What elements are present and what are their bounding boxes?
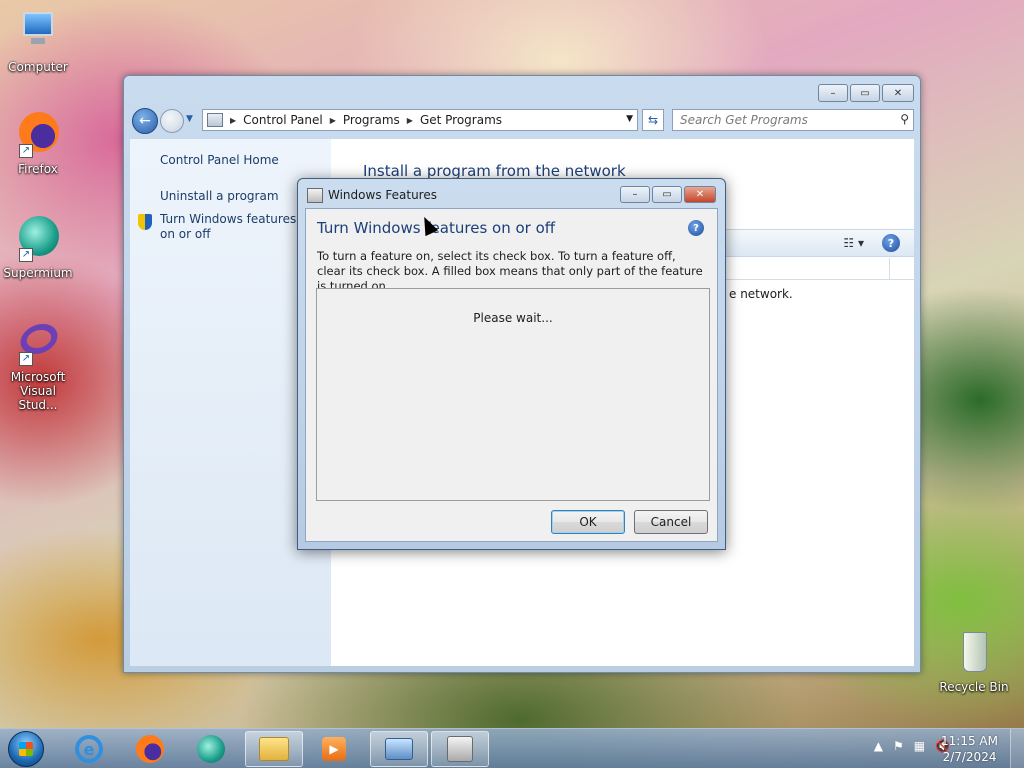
loading-status: Please wait... (473, 311, 553, 325)
forward-button[interactable] (160, 109, 184, 133)
search-icon[interactable]: ⚲ (900, 112, 909, 126)
list-column-header (723, 258, 914, 280)
desktop-icon-firefox[interactable]: ↗ Firefox (2, 112, 74, 176)
folder-icon (259, 737, 289, 761)
windows-logo-icon (19, 742, 33, 756)
taskbar-windows-features[interactable] (431, 731, 489, 767)
dialog-close-button[interactable]: ✕ (684, 186, 716, 203)
action-center-flag-icon[interactable]: ⚑ (893, 739, 904, 753)
taskbar-control-panel[interactable] (370, 731, 428, 767)
dialog-body: Turn Windows features on or off ? To tur… (305, 208, 718, 542)
ok-button[interactable]: OK (551, 510, 625, 534)
supermium-icon (197, 735, 225, 763)
network-programs-message: e network. (729, 287, 793, 301)
cancel-button[interactable]: Cancel (634, 510, 708, 534)
desktop-icon-label: Supermium (3, 266, 73, 280)
firefox-icon: ↗ (15, 112, 61, 158)
uninstall-program-link[interactable]: Uninstall a program (160, 189, 279, 204)
feature-tree-list[interactable]: Please wait... (316, 288, 710, 501)
control-panel-icon (385, 738, 413, 760)
breadcrumb-programs[interactable]: Programs (343, 113, 400, 127)
chevron-right-icon[interactable]: ▶ (330, 116, 336, 125)
refresh-icon: ⇆ (647, 113, 659, 127)
supermium-icon: ↗ (15, 216, 61, 262)
windows-features-icon (307, 188, 323, 203)
start-button[interactable] (8, 731, 44, 767)
desktop-icon-visual-studio[interactable]: ↗ Microsoft Visual Stud... (2, 320, 74, 412)
control-panel-icon (207, 113, 223, 127)
breadcrumb-get-programs[interactable]: Get Programs (420, 113, 502, 127)
taskbar-supermium[interactable] (182, 731, 240, 767)
address-bar[interactable]: ▶ Control Panel ▶ Programs ▶ Get Program… (202, 109, 638, 131)
desktop-icon-label: Recycle Bin (939, 680, 1009, 694)
arrow-left-icon: ← (139, 113, 151, 129)
column-divider[interactable] (889, 258, 890, 279)
media-player-icon: ▶ (322, 737, 346, 761)
help-icon[interactable]: ? (688, 220, 704, 236)
show-hidden-icons-icon[interactable]: ▲ (874, 739, 883, 753)
taskbar: e ▶ ▲ ⚑ ▦ 🔇 11:15 AM 2/7/2024 (0, 728, 1024, 768)
search-input[interactable]: Search Get Programs ⚲ (672, 109, 914, 131)
desktop-icon-label: Computer (8, 60, 68, 74)
network-icon[interactable]: ▦ (914, 739, 925, 753)
window-controls: – ▭ ✕ (818, 84, 914, 102)
desktop-icon-label: Firefox (18, 162, 58, 176)
close-button[interactable]: ✕ (882, 84, 914, 102)
chevron-down-icon[interactable]: ▼ (626, 114, 633, 124)
recent-pages-dropdown[interactable]: ▼ (186, 114, 193, 124)
shortcut-arrow-icon: ↗ (19, 144, 33, 158)
shortcut-arrow-icon: ↗ (19, 352, 33, 366)
taskbar-media-player[interactable]: ▶ (305, 731, 363, 767)
visual-studio-icon: ↗ (15, 320, 62, 366)
dialog-maximize-button[interactable]: ▭ (652, 186, 682, 203)
maximize-button[interactable]: ▭ (850, 84, 880, 102)
navigation-bar: ← ▼ ▶ Control Panel ▶ Programs ▶ Get Pro… (130, 106, 914, 136)
clock-time: 11:15 AM (941, 734, 998, 748)
help-icon[interactable]: ? (882, 234, 900, 252)
breadcrumb-control-panel[interactable]: Control Panel (243, 113, 323, 127)
windows-features-dialog: Windows Features – ▭ ✕ Turn Windows feat… (297, 178, 726, 550)
dialog-window-controls: – ▭ ✕ (620, 186, 716, 203)
system-tray: ▲ ⚑ ▦ 🔇 (874, 739, 950, 753)
search-placeholder: Search Get Programs (680, 113, 808, 127)
control-panel-home-link[interactable]: Control Panel Home (160, 153, 279, 168)
minimize-button[interactable]: – (818, 84, 848, 102)
computer-icon (15, 10, 61, 56)
recycle-bin-icon (951, 630, 997, 676)
windows-features-link[interactable]: Turn Windows features on or off (160, 212, 306, 242)
shortcut-arrow-icon: ↗ (19, 248, 33, 262)
taskbar-internet-explorer[interactable]: e (60, 731, 118, 767)
windows-features-icon (447, 736, 473, 762)
desktop-icon-recycle-bin[interactable]: Recycle Bin (938, 630, 1010, 694)
clock-date: 2/7/2024 (942, 750, 997, 764)
refresh-button[interactable]: ⇆ (642, 109, 664, 131)
desktop-icon-computer[interactable]: Computer (2, 10, 74, 74)
firefox-icon (136, 735, 164, 763)
desktop-icon-supermium[interactable]: ↗ Supermium (2, 216, 74, 280)
taskbar-file-explorer[interactable] (245, 731, 303, 767)
shield-icon (138, 214, 152, 230)
chevron-right-icon[interactable]: ▶ (407, 116, 413, 125)
chevron-right-icon[interactable]: ▶ (230, 116, 236, 125)
internet-explorer-icon: e (75, 735, 103, 763)
content-toolbar: ☷ ▾ ? (723, 229, 914, 257)
view-options-icon[interactable]: ☷ ▾ (843, 236, 864, 250)
taskbar-firefox[interactable] (121, 731, 179, 767)
dialog-minimize-button[interactable]: – (620, 186, 650, 203)
clock[interactable]: 11:15 AM 2/7/2024 (941, 733, 998, 765)
desktop-icon-label: Microsoft Visual Stud... (10, 370, 66, 412)
dialog-title: Windows Features (328, 188, 437, 202)
back-button[interactable]: ← (132, 108, 158, 134)
show-desktop-button[interactable] (1010, 729, 1024, 768)
